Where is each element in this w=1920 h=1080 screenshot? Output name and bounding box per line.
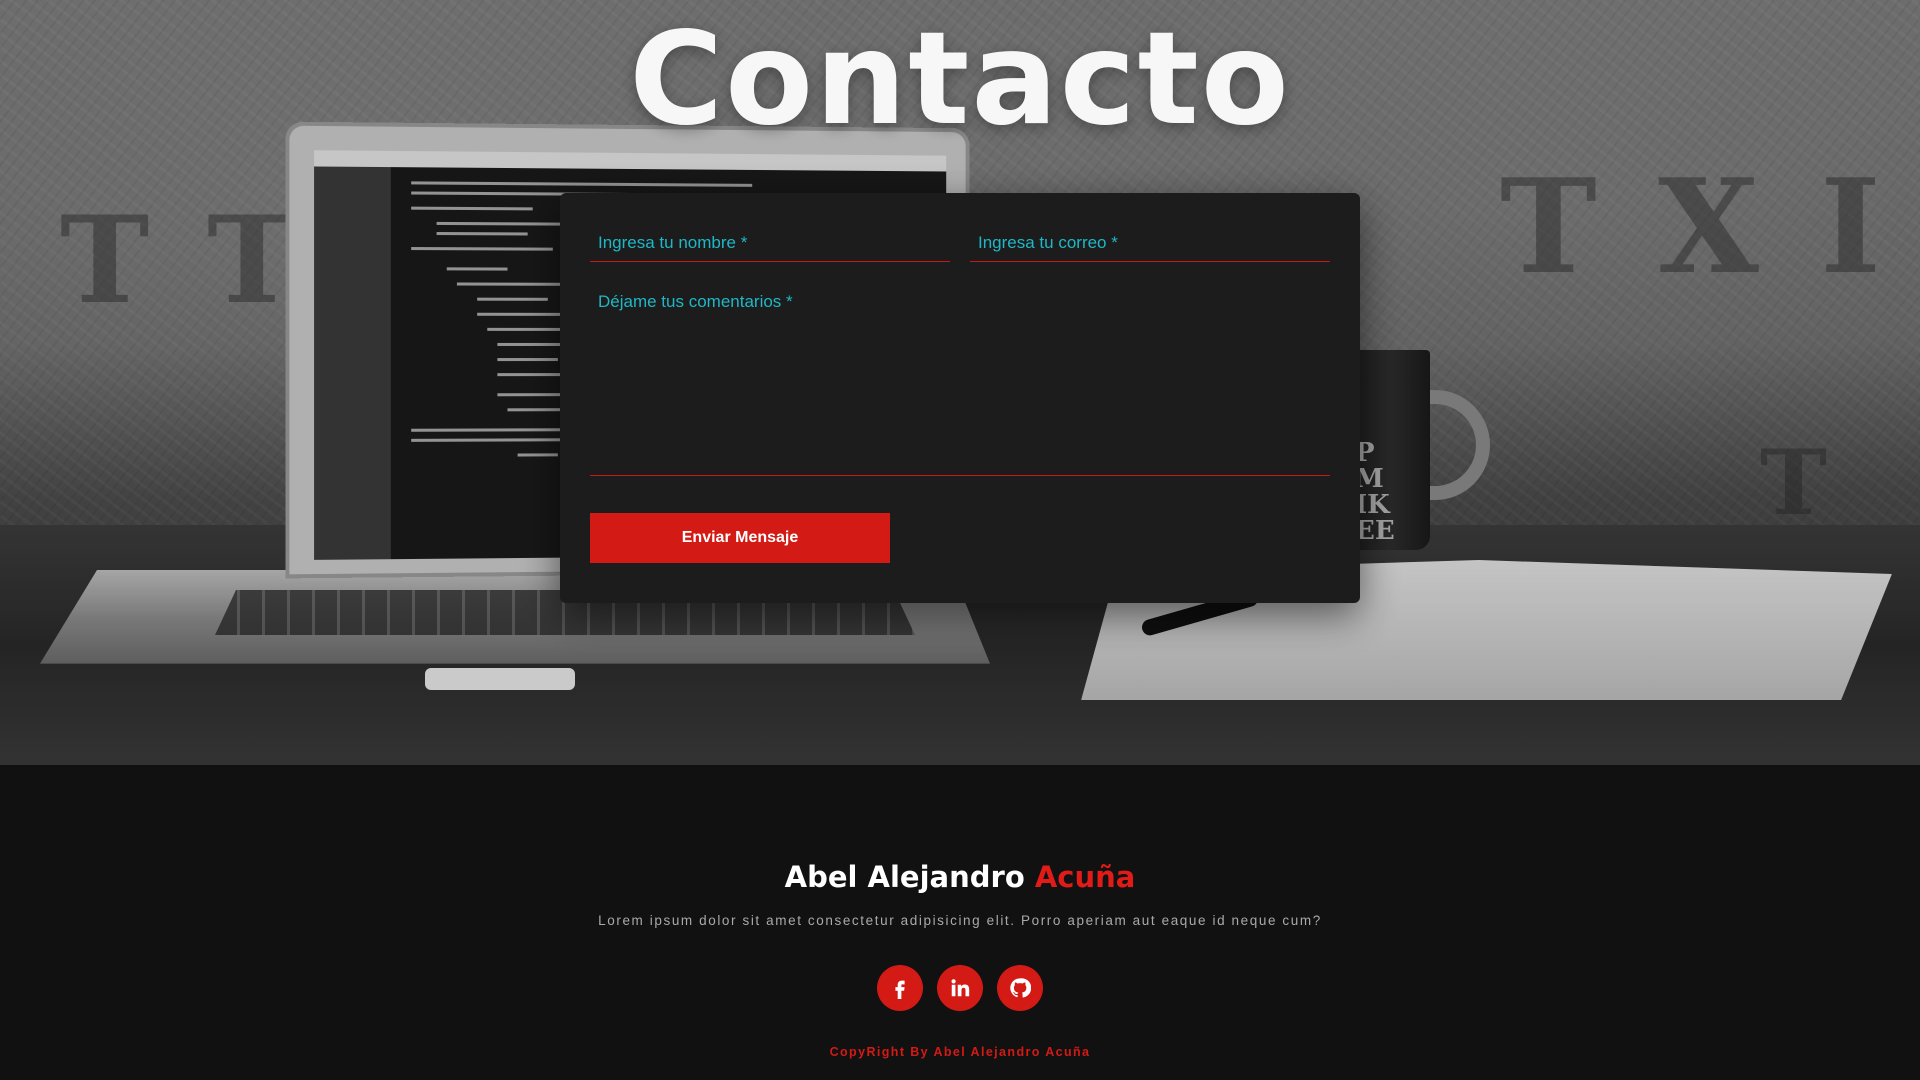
site-footer: Abel Alejandro Acuña Lorem ipsum dolor s… (0, 765, 1920, 1080)
comments-field (590, 262, 1330, 476)
email-field (970, 193, 1330, 262)
copyright-text: CopyRight By Abel Alejandro Acuña (829, 1045, 1091, 1059)
send-message-button[interactable]: Enviar Mensaje (590, 513, 890, 563)
facebook-icon (895, 980, 905, 999)
footer-name-accent: Acuña (1034, 860, 1136, 894)
name-input[interactable] (598, 233, 950, 253)
github-icon (1010, 978, 1031, 998)
linkedin-icon (951, 979, 970, 997)
footer-author-name: Abel Alejandro Acuña (0, 860, 1920, 894)
contact-form: Enviar Mensaje (560, 193, 1360, 603)
footer-name-first: Abel Alejandro (784, 860, 1025, 894)
name-field (590, 193, 950, 262)
facebook-link[interactable] (877, 965, 923, 1011)
footer-description: Lorem ipsum dolor sit amet consectetur a… (598, 913, 1322, 928)
email-input[interactable] (978, 233, 1330, 253)
comments-textarea[interactable] (598, 292, 1330, 442)
linkedin-link[interactable] (937, 965, 983, 1011)
page-title: Contacto (629, 5, 1291, 154)
github-link[interactable] (997, 965, 1043, 1011)
